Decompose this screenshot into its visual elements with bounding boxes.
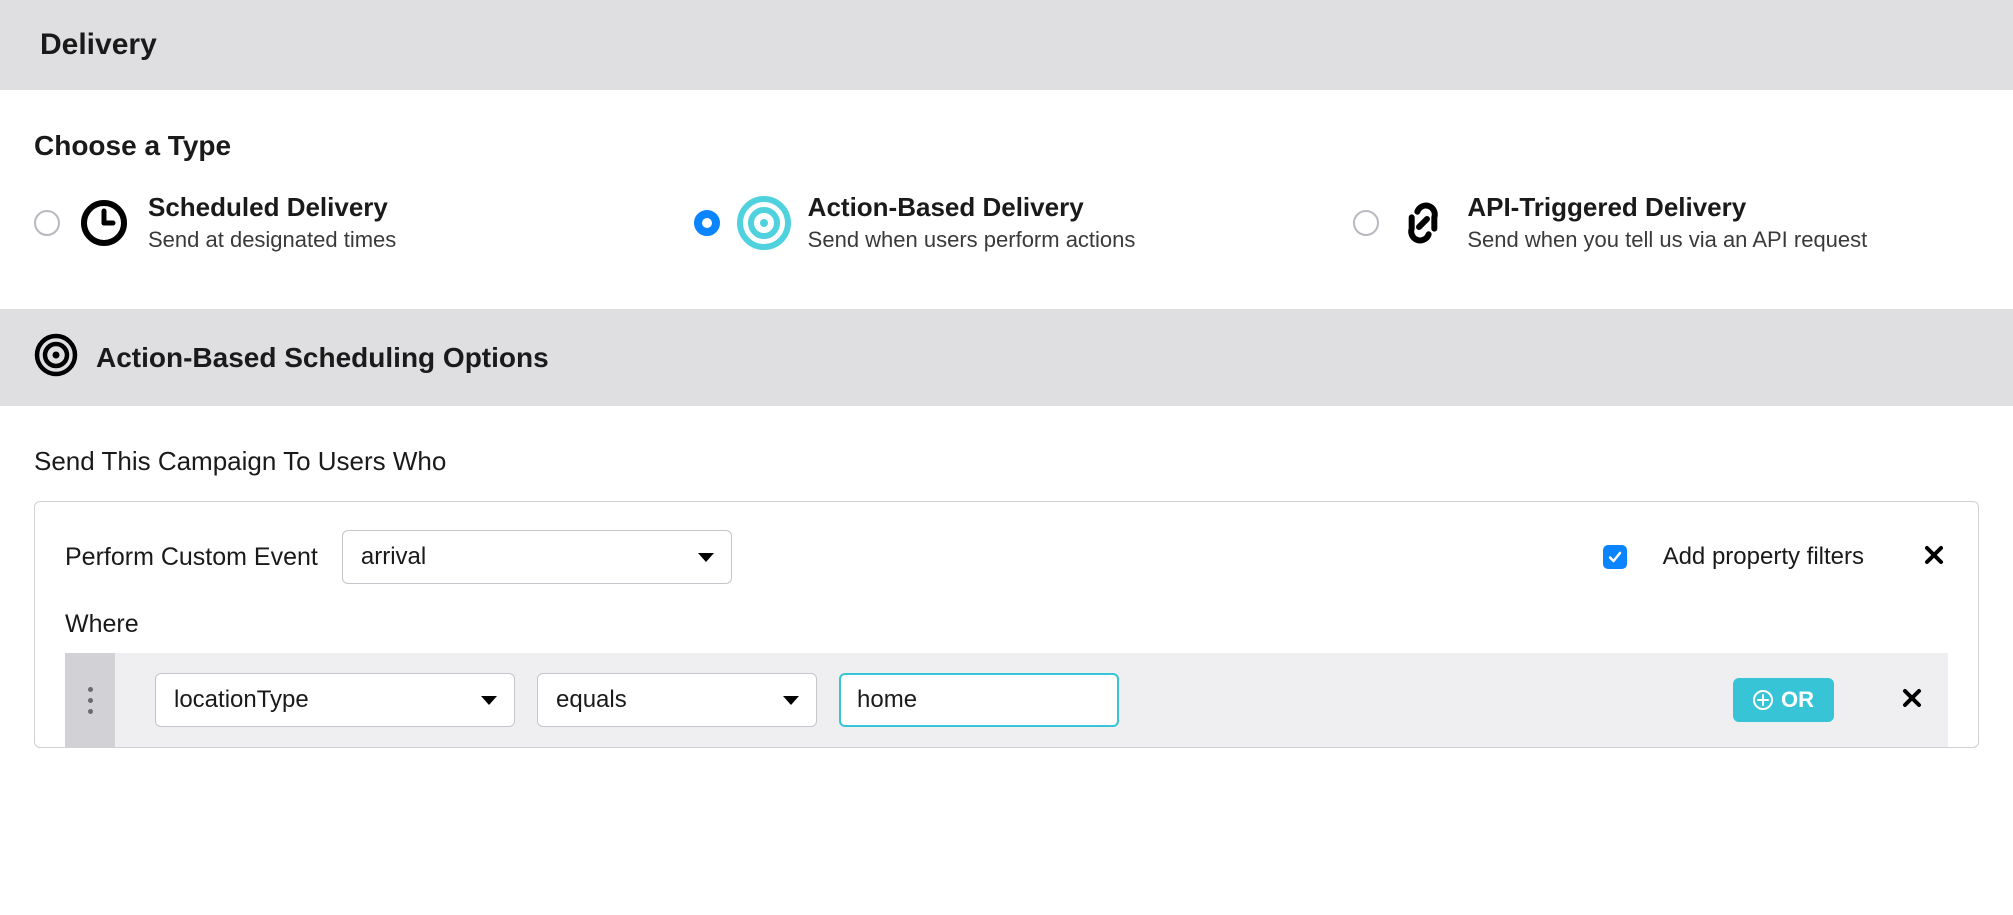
delivery-header: Delivery [0,0,2013,90]
property-select[interactable]: locationType [155,673,515,727]
perform-custom-event-label: Perform Custom Event [65,543,318,572]
scheduled-title: Scheduled Delivery [148,192,396,223]
delivery-type-action[interactable]: Action-Based Delivery Send when users pe… [694,192,1314,253]
chevron-down-icon [480,686,498,714]
scheduled-sub: Send at designated times [148,227,396,253]
action-title: Action-Based Delivery [808,192,1136,223]
add-property-filters-checkbox[interactable] [1603,545,1627,569]
delivery-type-scheduled[interactable]: Scheduled Delivery Send at designated ti… [34,192,654,253]
operator-select-value: equals [556,686,627,714]
drag-handle-icon[interactable] [65,653,115,747]
remove-rule-button[interactable] [1924,545,1948,569]
link-icon [1395,195,1451,251]
chevron-down-icon [782,686,800,714]
radio-api[interactable] [1353,210,1379,236]
api-sub: Send when you tell us via an API request [1467,227,1867,253]
add-or-button[interactable]: OR [1733,678,1834,722]
add-property-filters-label: Add property filters [1663,543,1864,571]
chevron-down-icon [697,543,715,571]
or-label: OR [1781,687,1814,713]
remove-filter-button[interactable] [1902,688,1926,712]
rule-card: Perform Custom Event arrival Add propert… [34,501,1979,748]
delivery-type-api[interactable]: API-Triggered Delivery Send when you tel… [1353,192,1973,253]
scheduling-options-header: Action-Based Scheduling Options [0,309,2013,406]
plus-circle-icon [1753,690,1773,710]
target-icon [34,333,78,382]
event-select-value: arrival [361,543,426,571]
radio-action[interactable] [694,210,720,236]
event-select[interactable]: arrival [342,530,732,584]
property-select-value: locationType [174,686,309,714]
choose-type-heading: Choose a Type [34,130,1973,162]
send-campaign-heading: Send This Campaign To Users Who [34,446,1979,477]
where-heading: Where [65,610,1948,639]
target-icon [736,195,792,251]
filter-value-input[interactable] [839,673,1119,727]
scheduling-options-title: Action-Based Scheduling Options [96,342,549,374]
choose-type-section: Choose a Type Scheduled Delivery Send at… [0,90,2013,309]
rule-top-row: Perform Custom Event arrival Add propert… [65,530,1948,584]
page-title: Delivery [40,28,1973,62]
clock-icon [76,195,132,251]
action-sub: Send when users perform actions [808,227,1136,253]
radio-scheduled[interactable] [34,210,60,236]
api-title: API-Triggered Delivery [1467,192,1867,223]
delivery-type-row: Scheduled Delivery Send at designated ti… [34,192,1973,253]
campaign-section: Send This Campaign To Users Who Perform … [0,406,2013,748]
where-filter-row: locationType equals [65,653,1948,747]
operator-select[interactable]: equals [537,673,817,727]
